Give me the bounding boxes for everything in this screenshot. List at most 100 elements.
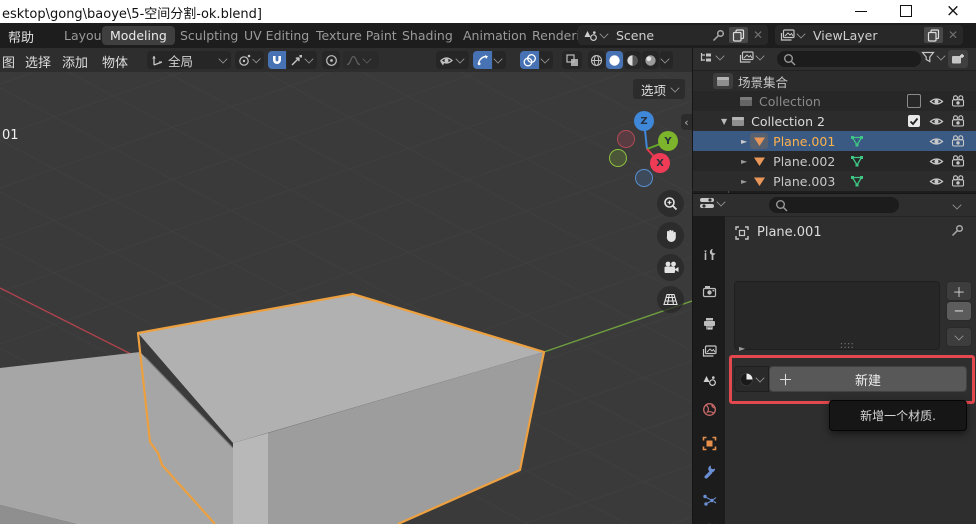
proportional-falloff-dropdown[interactable] <box>343 51 379 69</box>
viewlayer-remove-icon[interactable]: ✕ <box>948 28 958 42</box>
collection-row[interactable]: Collection <box>693 91 976 111</box>
shading-solid-button[interactable] <box>606 51 623 69</box>
render-camera-icon[interactable] <box>949 132 967 150</box>
tab-render[interactable] <box>696 278 722 304</box>
transform-orientation-dropdown[interactable]: 全局 <box>147 51 231 69</box>
hide-eye-icon[interactable] <box>927 152 945 170</box>
tab-view-layer[interactable] <box>696 338 722 364</box>
shading-wireframe-button[interactable] <box>588 51 605 69</box>
snap-toggle[interactable] <box>268 51 286 69</box>
collapse-triangle-icon[interactable]: ► <box>741 157 747 166</box>
render-camera-icon[interactable] <box>949 152 967 170</box>
properties-editor-type-button[interactable] <box>699 197 729 209</box>
scene-copy-button[interactable] <box>729 27 748 43</box>
gizmo-axis-y-neg[interactable] <box>609 149 627 167</box>
browse-material-button[interactable] <box>734 366 769 392</box>
workspace-tab-shading[interactable]: Shading <box>394 26 461 45</box>
menu-view[interactable]: 图 <box>2 52 15 71</box>
collection2-row[interactable]: ▼ Collection 2 <box>693 111 976 131</box>
scene-unlink-icon[interactable]: ✕ <box>753 28 763 42</box>
pin-id-button[interactable] <box>951 224 964 241</box>
collection2-exclude-checkbox[interactable] <box>905 112 923 130</box>
snap-to-dropdown[interactable] <box>287 51 317 69</box>
hide-eye-icon[interactable] <box>927 112 945 130</box>
menu-select[interactable]: 选择 <box>25 52 51 71</box>
maximize-button[interactable] <box>889 0 923 22</box>
menu-object[interactable]: 物体 <box>102 52 128 71</box>
xray-toggle[interactable] <box>562 51 582 69</box>
viewlayer-selector[interactable]: ViewLayer ✕ <box>775 25 963 45</box>
tab-world[interactable] <box>696 396 722 422</box>
workspace-tab-texturepaint[interactable]: Texture Paint <box>308 26 405 45</box>
pan-button[interactable] <box>657 222 684 249</box>
overlays-dropdown[interactable] <box>540 51 553 69</box>
camera-view-button[interactable] <box>657 254 684 281</box>
menu-help[interactable]: 帮助 <box>8 27 34 46</box>
collection-exclude-checkbox[interactable] <box>905 92 923 110</box>
show-object-types-dropdown[interactable] <box>436 51 469 69</box>
tab-modifiers[interactable] <box>696 458 722 484</box>
tab-physics[interactable] <box>696 515 722 524</box>
tab-scene[interactable] <box>696 367 722 393</box>
tab-object[interactable] <box>696 430 722 456</box>
collapse-triangle-icon[interactable]: ► <box>741 137 747 146</box>
hide-eye-icon[interactable] <box>927 172 945 190</box>
object-row-plane001[interactable]: ► Plane.001 <box>693 131 976 151</box>
add-slot-button[interactable]: ＋ <box>946 281 972 301</box>
tab-output[interactable] <box>696 310 722 336</box>
menu-add[interactable]: 添加 <box>62 52 88 71</box>
hide-eye-icon[interactable] <box>927 92 945 110</box>
object-row-plane003[interactable]: ► Plane.003 <box>693 171 976 191</box>
new-collection-button[interactable] <box>948 50 968 68</box>
remove-slot-button[interactable]: − <box>946 301 972 321</box>
viewlayer-copy-button[interactable] <box>924 27 943 43</box>
viewport-3d[interactable]: 01 选项 Z Y X ‹ <box>0 72 692 524</box>
pivot-point-dropdown[interactable] <box>235 51 264 69</box>
show-overlays-toggle[interactable] <box>520 51 539 69</box>
zoom-button[interactable] <box>657 190 684 217</box>
new-material-button[interactable]: ＋ 新建 <box>769 366 967 392</box>
gizmo-dropdown[interactable] <box>493 51 506 69</box>
tab-particles[interactable] <box>696 487 722 513</box>
outliner-search-input[interactable] <box>777 51 921 67</box>
viewport-corner-label: 01 <box>2 128 19 143</box>
workspace-tab-animation[interactable]: Animation <box>455 26 535 45</box>
workspace-tab-modeling[interactable]: Modeling <box>102 26 175 45</box>
outliner-editor-type-button[interactable] <box>699 51 728 64</box>
object-row-plane002[interactable]: ► Plane.002 <box>693 151 976 171</box>
panel-disclosure-icon[interactable]: ► <box>739 344 745 353</box>
panel-grip-dots[interactable]: ∶∶∶∶ <box>840 341 854 352</box>
gizmo-axis-z[interactable]: Z <box>634 111 654 131</box>
scene-collection-row[interactable]: 场景集合 <box>693 71 976 91</box>
gizmo-axis-x[interactable]: X <box>650 153 670 173</box>
render-camera-icon[interactable] <box>949 92 967 110</box>
workspace-tab-uvediting[interactable]: UV Editing <box>236 26 317 45</box>
hide-eye-icon[interactable] <box>927 132 945 150</box>
minimize-button[interactable] <box>844 0 878 22</box>
properties-search-input[interactable] <box>769 197 899 213</box>
render-camera-icon[interactable] <box>949 172 967 190</box>
outliner-display-mode-button[interactable] <box>739 51 768 64</box>
show-gizmo-toggle[interactable] <box>473 51 492 69</box>
ortho-toggle-button[interactable] <box>657 286 684 313</box>
scene-selector[interactable]: Scene ✕ <box>578 25 768 45</box>
pin-icon[interactable] <box>712 29 725 42</box>
slot-specials-button[interactable] <box>946 327 972 347</box>
material-slot-list[interactable] <box>734 281 940 350</box>
proportional-edit-toggle[interactable] <box>322 51 340 69</box>
viewport-options-button[interactable]: 选项 <box>632 78 686 100</box>
gizmo-axis-x-neg[interactable] <box>617 130 635 148</box>
outliner-filter-button[interactable] <box>921 51 949 63</box>
collapse-triangle-icon[interactable]: ► <box>741 177 747 186</box>
expand-triangle-icon[interactable]: ▼ <box>721 117 727 126</box>
gizmo-axis-y[interactable]: Y <box>658 131 678 151</box>
shading-rendered-button[interactable] <box>642 51 659 69</box>
sidebar-toggle[interactable]: ‹ <box>681 114 692 130</box>
close-button[interactable]: × <box>936 0 970 22</box>
shading-material-button[interactable] <box>624 51 641 69</box>
gizmo-axis-z-neg[interactable] <box>635 169 653 187</box>
shading-dropdown[interactable] <box>660 51 673 69</box>
render-camera-icon[interactable] <box>949 112 967 130</box>
tab-tool[interactable] <box>696 241 722 267</box>
properties-options-dropdown[interactable] <box>952 200 961 209</box>
